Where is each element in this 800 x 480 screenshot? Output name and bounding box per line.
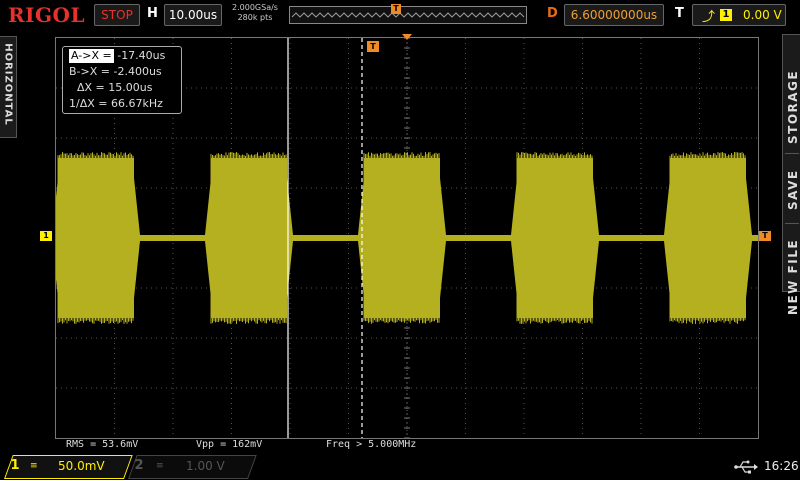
trigger-position-marker: T <box>367 41 379 52</box>
trigger-level: 0.00 V <box>743 5 782 25</box>
top-bar: RIGOL STOP H 10.00us 2.000GSa/s 280k pts… <box>0 0 800 30</box>
trigger-source: 1 <box>720 9 732 21</box>
horizontal-menu-tab[interactable]: HORIZONTAL <box>0 36 17 138</box>
cursor-b-row: B->X = -2.400us <box>69 65 162 79</box>
measurement-freq: Freq > 5.000MHz <box>326 438 416 452</box>
ch1-coupling-icon: ≡ <box>30 458 38 474</box>
delay-label: D <box>547 6 558 21</box>
rising-edge-icon: ⤴ <box>702 6 715 25</box>
trigger-settings[interactable]: ⤴ 1 0.00 V <box>692 4 786 26</box>
cursor-delta-value: 15.00us <box>108 81 152 94</box>
cursor-a-label: A->X = <box>69 49 114 63</box>
trace-burst-ramp <box>746 178 752 298</box>
sample-rate: 2.000GSa/s <box>229 3 281 13</box>
trigger-position-caret <box>402 34 412 40</box>
ch2-scale: 1.00 V <box>186 455 225 477</box>
delay-value[interactable]: 6.60000000us <box>564 4 664 26</box>
memory-depth: 280k pts <box>229 13 281 23</box>
cursor-a-value: -17.40us <box>117 49 165 62</box>
cursor-inv-delta-label: 1/ΔX = <box>69 97 107 111</box>
ch1-scale: 50.0mV <box>58 455 105 477</box>
trigger-level-marker[interactable]: T <box>759 231 771 241</box>
storage-tab-label: STORAGE <box>786 72 800 144</box>
timebase-value[interactable]: 10.00us <box>164 4 222 26</box>
trace-burst-ramp <box>205 178 211 298</box>
bottom-bar: 1 ≡ 50.0mV 2 ≡ 1.00 V 16:26 <box>0 453 800 480</box>
save-tab-label: SAVE <box>786 174 800 210</box>
horizontal-tab-label: HORIZONTAL <box>3 41 14 129</box>
clock: 16:26 <box>764 455 799 477</box>
run-stop-status[interactable]: STOP <box>94 4 140 26</box>
trace-burst-ramp <box>440 178 446 298</box>
ch2-number: 2 <box>132 455 146 477</box>
measurement-rms: RMS = 53.6mV <box>66 438 138 452</box>
cursor-delta-row: ΔX = 15.00us <box>77 81 152 95</box>
storage-menu-tab[interactable]: STORAGE SAVE NEW FILE <box>782 34 800 292</box>
trace-burst-ramp <box>664 178 670 298</box>
ch1-offset-marker[interactable]: 1 <box>40 231 52 241</box>
memory-waveform <box>290 7 526 23</box>
trace-burst-ramp <box>593 178 599 298</box>
usb-icon <box>734 460 758 474</box>
memory-trigger-marker: T <box>391 4 401 14</box>
tab-divider <box>785 223 799 224</box>
cursor-b-label: B->X = <box>69 65 110 79</box>
cursor-inv-delta-row: 1/ΔX = 66.67kHz <box>69 97 163 111</box>
trace-burst-ramp <box>358 178 364 298</box>
brand-logo: RIGOL <box>8 3 85 27</box>
cursor-a-row: A->X = -17.40us <box>69 49 165 63</box>
cursor-readout: A->X = -17.40us B->X = -2.400us ΔX = 15.… <box>62 46 182 114</box>
cursor-b-value: -2.400us <box>113 65 161 78</box>
ch2-coupling-icon: ≡ <box>156 458 164 474</box>
measurement-vpp: Vpp = 162mV <box>196 438 262 452</box>
trace-burst-ramp <box>511 178 517 298</box>
memory-strip[interactable] <box>289 6 527 24</box>
ch1-number: 1 <box>8 455 22 477</box>
cursor-inv-delta-value: 66.67kHz <box>111 97 163 110</box>
trace-burst-ramp <box>134 178 140 298</box>
new-file-tab-label: NEW FILE <box>786 237 800 317</box>
horizontal-label: H <box>147 6 158 21</box>
sample-info: 2.000GSa/s 280k pts <box>229 3 281 23</box>
tab-divider <box>785 153 799 154</box>
trigger-label: T <box>675 6 684 21</box>
cursor-delta-label: ΔX = <box>77 81 105 95</box>
trace-burst-ramp <box>56 178 58 298</box>
